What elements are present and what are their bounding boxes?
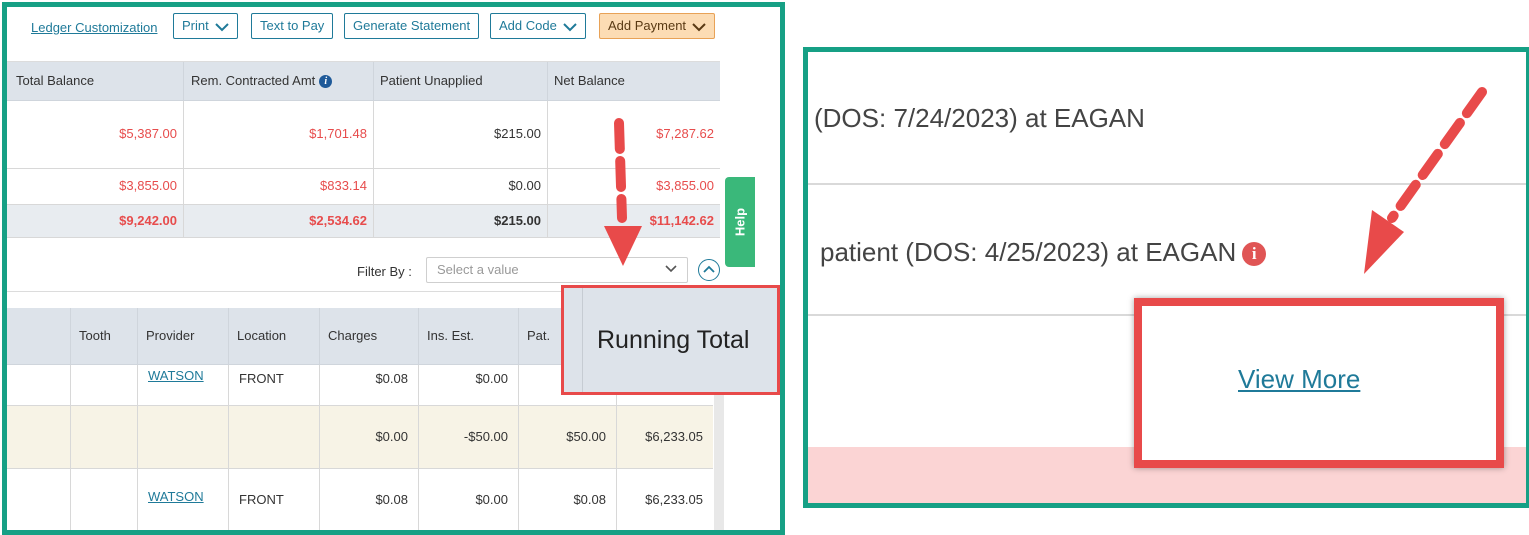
filter-label: Filter By : <box>357 264 412 279</box>
chevron-down-icon <box>665 265 677 273</box>
summary-row: $3,855.00 $833.14 $0.00 $3,855.00 <box>7 169 720 205</box>
header-net-balance: Net Balance <box>554 73 625 88</box>
header-charges[interactable]: Charges <box>320 308 419 364</box>
table-row[interactable]: WATSON FRONT $0.08 $0.00 $0.08 $6,233.05 <box>7 469 713 530</box>
summary-net-balance: $3,855.00 <box>656 178 714 193</box>
text-to-pay-button[interactable]: Text to Pay <box>251 13 334 39</box>
ledger-customization-link[interactable]: Ledger Customization <box>31 20 157 35</box>
summary-rem-contracted: $1,701.48 <box>184 101 374 168</box>
header-total-balance: Total Balance <box>7 62 184 100</box>
summary-patient-unapplied: $0.00 <box>374 169 548 204</box>
cell-charges: $0.08 <box>320 365 419 405</box>
generate-statement-button[interactable]: Generate Statement <box>344 13 480 39</box>
cell-location <box>229 406 320 468</box>
cell-running-total: $6,233.05 <box>645 429 703 444</box>
filter-select[interactable]: Select a value <box>426 257 688 283</box>
chevron-down-icon <box>692 23 706 32</box>
cell-charges: $0.08 <box>320 469 419 530</box>
summary-header: Total Balance Rem. Contracted Amt i Patie… <box>7 62 720 101</box>
ledger-toolbar: Ledger Customization Print Text to Pay G… <box>7 7 720 62</box>
cell-location: FRONT <box>229 365 320 405</box>
print-button[interactable]: Print <box>173 13 238 39</box>
cell-blank <box>7 469 71 530</box>
summary-patient-unapplied: $215.00 <box>374 101 548 168</box>
summary-total-balance: $5,387.00 <box>7 101 184 168</box>
summary-rem-contracted: $833.14 <box>184 169 374 204</box>
chevron-up-icon <box>703 265 715 273</box>
table-row[interactable]: $0.00 -$50.00 $50.00 $6,233.05 <box>7 406 713 469</box>
summary-total-balance: $3,855.00 <box>7 169 184 204</box>
ledger-panel: Ledger Customization Print Text to Pay G… <box>2 2 785 535</box>
help-tab[interactable]: Help <box>725 177 755 267</box>
cell-provider: WATSON <box>138 365 229 405</box>
cell-pat: $0.08 <box>519 469 617 530</box>
chevron-down-icon <box>563 23 577 32</box>
info-icon[interactable]: i <box>319 75 333 88</box>
cell-running-total: $6,233.05 <box>645 492 703 507</box>
provider-link[interactable]: WATSON <box>148 489 204 504</box>
add-code-button[interactable]: Add Code <box>490 13 586 39</box>
running-total-callout: Running Total <box>561 285 780 395</box>
header-location[interactable]: Location <box>229 308 320 364</box>
header-provider[interactable]: Provider <box>138 308 229 364</box>
add-code-label: Add Code <box>499 18 557 33</box>
chevron-down-icon <box>215 23 229 32</box>
cell-provider <box>138 406 229 468</box>
header-tooth[interactable]: Tooth <box>71 308 138 364</box>
running-total-header: Running Total <box>597 326 750 354</box>
print-label: Print <box>182 18 209 33</box>
row-divider <box>808 183 1526 185</box>
summary-row: $5,387.00 $1,701.48 $215.00 $7,287.62 <box>7 101 720 169</box>
header-rem-contracted-label: Rem. Contracted Amt <box>191 73 316 88</box>
net-balance-sum: $11,142.62 <box>649 213 714 228</box>
visit-dos-line: patient (DOS: 4/25/2023) at EAGAN i <box>820 237 1267 268</box>
header-blank <box>7 308 71 364</box>
header-ins-est[interactable]: Ins. Est. <box>419 308 519 364</box>
patient-unapplied-sum: $215.00 <box>374 205 548 237</box>
cell-charges: $0.00 <box>320 406 419 468</box>
filter-placeholder: Select a value <box>437 262 519 277</box>
header-rem-contracted: Rem. Contracted Amt i <box>184 62 374 100</box>
cell-provider: WATSON <box>138 469 229 530</box>
collapse-button[interactable] <box>698 259 720 281</box>
total-balance-sum: $9,242.00 <box>7 205 184 237</box>
visit-dos-line: (DOS: 7/24/2023) at EAGAN <box>814 103 1145 133</box>
view-more-link[interactable]: View More <box>1238 364 1360 395</box>
cell-blank <box>7 406 71 468</box>
info-icon[interactable]: i <box>1242 242 1267 266</box>
zoom-panel: (DOS: 7/24/2023) at EAGAN patient (DOS: … <box>803 47 1529 508</box>
cell-blank <box>7 365 71 405</box>
help-tab-label: Help <box>732 207 748 237</box>
visit-dos-text: patient (DOS: 4/25/2023) at EAGAN <box>820 237 1237 267</box>
cell-tooth <box>71 406 138 468</box>
cell-pat: $50.00 <box>519 406 617 468</box>
cell-tooth <box>71 469 138 530</box>
cell-ins-est: $0.00 <box>419 365 519 405</box>
cell-tooth <box>71 365 138 405</box>
column-divider <box>582 288 583 392</box>
add-payment-button[interactable]: Add Payment <box>599 13 716 39</box>
rem-contracted-sum: $2,534.62 <box>184 205 374 237</box>
summary-net-balance: $7,287.62 <box>656 126 714 141</box>
provider-link[interactable]: WATSON <box>148 368 204 383</box>
summary-totals-row: $9,242.00 $2,534.62 $215.00 $11,142.62 <box>7 205 720 238</box>
cell-ins-est: -$50.00 <box>419 406 519 468</box>
add-payment-label: Add Payment <box>608 18 687 33</box>
header-patient-unapplied: Patient Unapplied <box>374 62 548 100</box>
cell-location: FRONT <box>229 469 320 530</box>
cell-ins-est: $0.00 <box>419 469 519 530</box>
